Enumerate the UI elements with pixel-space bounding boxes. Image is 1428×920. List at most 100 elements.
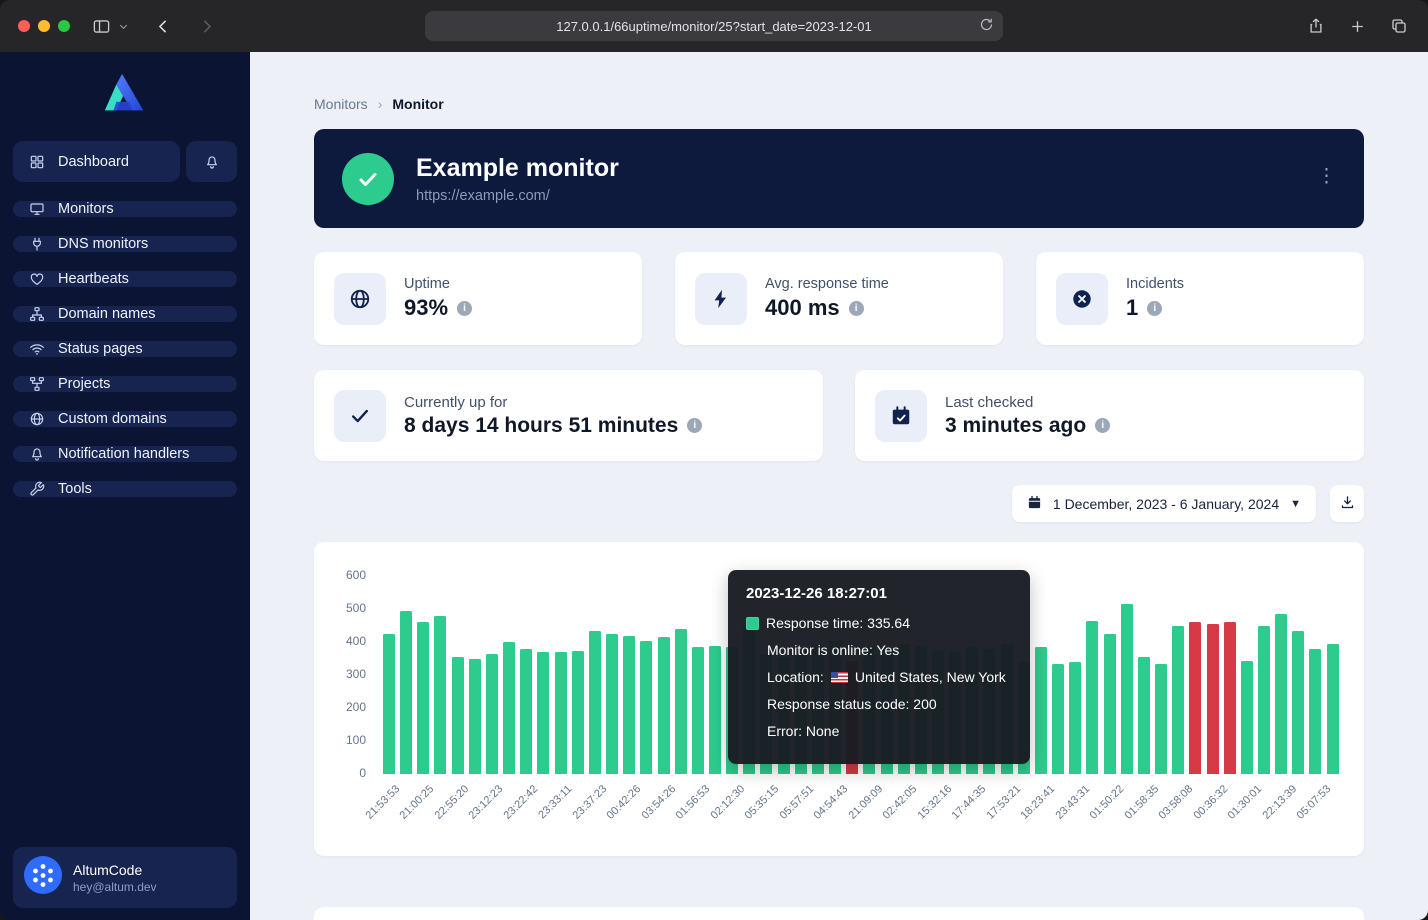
breadcrumb-current: Monitor [392, 96, 443, 112]
breadcrumb: Monitors › Monitor [314, 96, 1364, 112]
y-axis-tick: 500 [346, 601, 366, 615]
new-tab-icon[interactable] [1349, 18, 1366, 35]
sidebar-item-dns-monitors[interactable]: DNS monitors [13, 236, 237, 252]
chart-bar[interactable] [1241, 661, 1253, 774]
chart-bar[interactable] [1292, 631, 1304, 774]
chart-bar[interactable] [417, 622, 429, 774]
address-bar[interactable]: 127.0.0.1/66uptime/monitor/25?start_date… [425, 11, 1003, 41]
chart-bar[interactable] [1121, 604, 1133, 774]
browser-window: 127.0.0.1/66uptime/monitor/25?start_date… [0, 0, 1428, 920]
status-row: Currently up for 8 days 14 hours 51 minu… [314, 370, 1364, 461]
sidebar-item-status-pages[interactable]: Status pages [13, 341, 237, 357]
sidebar-item-custom-domains[interactable]: Custom domains [13, 411, 237, 427]
info-icon[interactable]: i [1095, 418, 1110, 433]
altumcode-logo[interactable] [97, 72, 153, 125]
download-report-button[interactable] [1330, 485, 1364, 522]
chart-bar[interactable] [692, 647, 704, 774]
monitor-options-menu-icon[interactable]: ⋮ [1311, 165, 1342, 188]
chart-tooltip: 2023-12-26 18:27:01 Response time: 335.6… [728, 570, 1030, 764]
y-axis-tick: 400 [346, 634, 366, 648]
user-card[interactable]: AltumCode hey@altum.dev [13, 847, 237, 908]
sidebar-item-label: DNS monitors [58, 236, 148, 252]
uptime-duration-card: Currently up for 8 days 14 hours 51 minu… [314, 370, 823, 461]
chart-bar[interactable] [1035, 647, 1047, 774]
chart-bar[interactable] [1258, 626, 1270, 774]
forward-button[interactable] [198, 18, 215, 35]
share-icon[interactable] [1307, 17, 1325, 35]
date-range-picker[interactable]: 1 December, 2023 - 6 January, 2024 ▼ [1012, 485, 1316, 522]
chart-bar[interactable] [1275, 614, 1287, 774]
chart-bar[interactable] [623, 636, 635, 774]
chart-bar[interactable] [1086, 621, 1098, 774]
chart-bar[interactable] [1224, 622, 1236, 774]
reload-icon[interactable] [979, 17, 994, 32]
chart-bar[interactable] [400, 611, 412, 774]
chart-bar[interactable] [469, 659, 481, 774]
sidebar-item-label: Projects [58, 376, 110, 392]
incidents-card: Incidents 1 i [1036, 252, 1364, 345]
breadcrumb-monitors-link[interactable]: Monitors [314, 96, 368, 112]
sidebar-item-tools[interactable]: Tools [13, 481, 237, 497]
info-icon[interactable]: i [849, 301, 864, 316]
chart-bar[interactable] [709, 646, 721, 774]
status-up-icon [342, 153, 394, 205]
status-label: Currently up for [404, 394, 702, 411]
sidebar-item-monitors[interactable]: Monitors [13, 201, 237, 217]
chart-bar[interactable] [452, 657, 464, 774]
chart-bar[interactable] [589, 631, 601, 774]
chart-bar[interactable] [486, 654, 498, 774]
chart-bar[interactable] [1069, 662, 1081, 774]
chart-bar[interactable] [1207, 624, 1219, 774]
info-icon[interactable]: i [457, 301, 472, 316]
chart-bar[interactable] [1052, 664, 1064, 774]
sidebar-item-projects[interactable]: Projects [13, 376, 237, 392]
notifications-button[interactable] [186, 141, 237, 182]
tooltip-row-status-code: Response status code: 200 [746, 696, 1012, 712]
chart-bar[interactable] [537, 652, 549, 774]
minimize-window-button[interactable] [38, 20, 50, 32]
close-window-button[interactable] [18, 20, 30, 32]
chart-bar[interactable] [1172, 626, 1184, 774]
chart-bar[interactable] [1189, 622, 1201, 774]
avg-response-value: 400 ms [765, 295, 840, 321]
chart-bar[interactable] [383, 634, 395, 774]
info-icon[interactable]: i [1147, 301, 1162, 316]
chart-bar[interactable] [1104, 634, 1116, 774]
chart-bar[interactable] [572, 651, 584, 774]
sidebar-item-label: Status pages [58, 341, 143, 357]
chart-bar[interactable] [1155, 664, 1167, 774]
zoom-window-button[interactable] [58, 20, 70, 32]
grid-icon [28, 154, 46, 170]
tab-group-chevron-icon[interactable] [118, 21, 129, 32]
chart-bar[interactable] [1309, 649, 1321, 774]
x-circle-icon [1056, 273, 1108, 325]
chart-bar[interactable] [675, 629, 687, 774]
uptime-duration-value: 8 days 14 hours 51 minutes [404, 414, 678, 438]
back-button[interactable] [155, 18, 172, 35]
sidebar-item-domain-names[interactable]: Domain names [13, 306, 237, 322]
info-icon[interactable]: i [687, 418, 702, 433]
chart-bar[interactable] [434, 616, 446, 774]
check-icon [334, 390, 386, 442]
wifi-icon [28, 341, 46, 357]
sidebar-item-notification-handlers[interactable]: Notification handlers [13, 446, 237, 462]
chart-bar[interactable] [1327, 644, 1339, 774]
uptime-card: Uptime 93% i [314, 252, 642, 345]
uptime-value: 93% [404, 295, 448, 321]
sidebar-item-dashboard[interactable]: Dashboard [13, 141, 180, 182]
sidebar-item-heartbeats[interactable]: Heartbeats [13, 271, 237, 287]
chart-bar[interactable] [503, 642, 515, 774]
tooltip-row-online: Monitor is online: Yes [746, 642, 1012, 658]
chart-bar[interactable] [1138, 657, 1150, 774]
sidebar-nav: Dashboard Monitors DNS monitors [13, 141, 237, 497]
tab-overview-icon[interactable] [1390, 17, 1408, 35]
chart-bar[interactable] [606, 634, 618, 774]
sidebar-toggle-icon[interactable] [92, 17, 111, 36]
bell-icon [203, 154, 221, 170]
chart-bar[interactable] [658, 637, 670, 774]
chart-bar[interactable] [640, 641, 652, 774]
chart-bar[interactable] [520, 649, 532, 774]
sidebar-item-label: Custom domains [58, 411, 167, 427]
chart-bar[interactable] [555, 652, 567, 774]
browser-toolbar: 127.0.0.1/66uptime/monitor/25?start_date… [0, 0, 1428, 52]
